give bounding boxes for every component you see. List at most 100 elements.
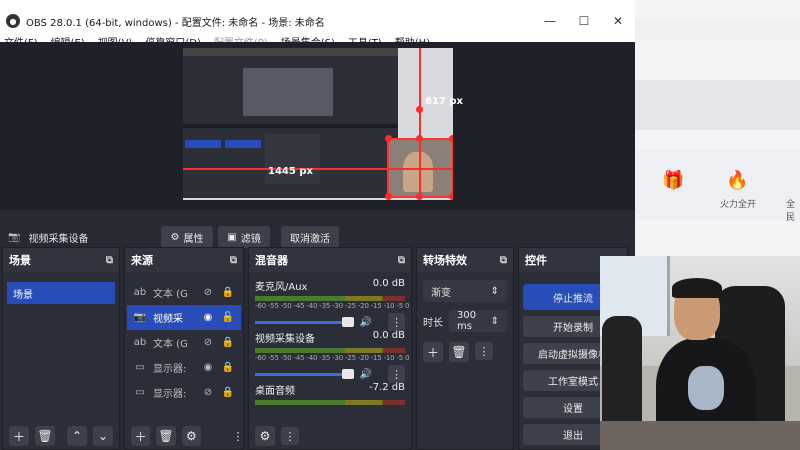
source-name: 视频采 [153, 314, 183, 325]
spin-icon[interactable]: ⇕ [491, 316, 499, 327]
resize-handle[interactable] [416, 193, 423, 200]
deactivate-button[interactable]: 取消激活 [281, 226, 339, 248]
move-down-button[interactable]: ⌄ [93, 426, 113, 446]
advanced-audio-button[interactable]: ⚙ [255, 426, 275, 446]
more-icon[interactable]: ⋮ [475, 342, 493, 360]
more-icon[interactable]: ⋮ [232, 427, 243, 445]
hidden-eye-icon[interactable]: ⊘ [201, 387, 215, 398]
resize-handle[interactable] [416, 106, 423, 113]
shirt-print [688, 366, 724, 410]
height-px-label: 617 px [425, 96, 463, 107]
gear-icon: ⚙ [170, 231, 180, 243]
speaker-icon[interactable]: 🔊 [360, 317, 372, 328]
source-name: 文本 (G [153, 339, 188, 350]
duration-input[interactable]: 300 ms ⇕ [449, 310, 507, 332]
lock-icon[interactable]: 🔒 [221, 362, 235, 373]
undock-icon[interactable]: ⧉ [106, 255, 113, 266]
sources-footer: ＋ 🗑 ⚙ ⋮ [125, 423, 243, 449]
volume-slider[interactable] [255, 316, 354, 327]
minimize-button[interactable]: — [533, 14, 567, 28]
undock-icon[interactable]: ⧉ [230, 255, 237, 266]
spin-icon: ⇕ [490, 285, 499, 297]
source-properties-button[interactable]: ⚙ [181, 426, 201, 446]
title-bar: ● OBS 28.0.1 (64-bit, windows) - 配置文件: 未… [0, 10, 635, 32]
resize-handle[interactable] [449, 193, 453, 200]
resize-handle[interactable] [449, 135, 453, 142]
channel-name: 桌面音频 [255, 386, 295, 397]
selected-source-label: 视频采集设备 [28, 233, 89, 245]
add-scene-button[interactable]: ＋ [9, 426, 29, 446]
close-button[interactable]: ✕ [601, 14, 635, 28]
add-source-button[interactable]: ＋ [131, 426, 151, 446]
properties-label: 属性 [183, 233, 204, 245]
transition-select[interactable]: 渐变 ⇕ [423, 280, 507, 302]
slider-knob[interactable] [341, 316, 354, 327]
channel-name: 麦克风/Aux [255, 282, 308, 293]
remove-scene-button[interactable]: 🗑 [35, 426, 55, 446]
hidden-eye-icon[interactable]: ⊘ [201, 337, 215, 348]
more-icon[interactable]: ⋮ [388, 365, 405, 383]
meter-ticks: -60 -55 -50 -45 -40 -35 -30 -25 -20 -15 … [255, 354, 410, 362]
lock-icon[interactable]: 🔒 [221, 387, 235, 398]
mini-source [225, 140, 261, 148]
lock-icon[interactable]: 🔒 [221, 337, 235, 348]
sources-title: 来源 [131, 254, 153, 267]
background-label: 全民 [786, 200, 796, 223]
move-up-button[interactable]: ⌃ [67, 426, 87, 446]
source-row[interactable]: ▭ 显示器: ⊘ 🔒 [127, 380, 241, 405]
hidden-eye-icon[interactable]: ⊘ [201, 287, 215, 298]
preview-area[interactable]: 617 px 1445 px [0, 42, 635, 210]
source-row[interactable]: ab 文本 (G ⊘ 🔒 [127, 280, 241, 305]
resize-handle[interactable] [385, 135, 392, 142]
more-icon[interactable]: ⋮ [388, 313, 405, 331]
slider-knob[interactable] [341, 368, 354, 379]
volume-meter [255, 348, 405, 353]
filter-icon: ▣ [227, 231, 237, 243]
filters-button[interactable]: ▣ 滤镜 [218, 226, 270, 248]
volume-meter [255, 296, 405, 301]
maximize-button[interactable]: ☐ [567, 14, 601, 28]
background-strip [635, 80, 800, 130]
resize-handle[interactable] [416, 135, 423, 142]
mini-titlebar [183, 48, 398, 56]
monitor-icon: ▭ [135, 387, 145, 398]
eye-icon[interactable]: ◉ [201, 312, 215, 323]
add-transition-button[interactable]: ＋ [423, 342, 443, 362]
source-name: 文本 (G [153, 289, 188, 300]
obs-logo-icon: ● [6, 14, 20, 28]
undock-icon[interactable]: ⧉ [500, 255, 507, 266]
width-px-label: 1445 px [268, 166, 313, 177]
text-source-icon: ab [133, 337, 147, 348]
source-row[interactable]: ab 文本 (G ⊘ 🔒 [127, 330, 241, 355]
window-title: OBS 28.0.1 (64-bit, windows) - 配置文件: 未命名… [26, 17, 325, 29]
lock-icon[interactable]: 🔒 [221, 287, 235, 298]
properties-button[interactable]: ⚙ 属性 [161, 226, 213, 248]
channel-level: -7.2 dB [369, 382, 405, 393]
undock-icon[interactable]: ⧉ [398, 255, 405, 266]
mixer-title: 混音器 [255, 254, 288, 267]
speaker-icon[interactable]: 🔊 [360, 369, 372, 380]
duration-label: 时长 [423, 317, 443, 329]
resize-handle[interactable] [385, 193, 392, 200]
source-row[interactable]: ▭ 显示器: ◉ 🔒 [127, 355, 241, 380]
duration-row: 时长 300 ms ⇕ [423, 310, 507, 332]
more-icon[interactable]: ⋮ [281, 427, 299, 445]
volume-slider[interactable] [255, 368, 354, 379]
sources-header: 来源 ⧉ [125, 248, 243, 272]
unlock-icon[interactable]: 🔓 [221, 312, 235, 323]
sources-dock: 来源 ⧉ ab 文本 (G ⊘ 🔒 📷 视频采 ◉ 🔓 ab 文本 (G ⊘ 🔒… [124, 247, 244, 450]
remove-transition-button[interactable]: 🗑 [449, 342, 469, 362]
preview-canvas[interactable] [183, 48, 453, 200]
remove-source-button[interactable]: 🗑 [156, 426, 176, 446]
scenes-title: 场景 [9, 254, 31, 267]
gift-icon: 🎁 [662, 170, 685, 191]
channel-name: 视频采集设备 [255, 334, 315, 345]
channel-level: 0.0 dB [372, 330, 405, 341]
eye-icon[interactable]: ◉ [201, 362, 215, 373]
mini-divider [183, 124, 398, 128]
guide-vertical [419, 48, 421, 198]
source-row[interactable]: 📷 视频采 ◉ 🔓 [127, 305, 241, 330]
scene-item[interactable]: 场景 [7, 282, 115, 304]
mixer-header: 混音器 ⧉ [249, 248, 411, 272]
scenes-footer: ＋ 🗑 ⌃ ⌄ [3, 423, 119, 449]
